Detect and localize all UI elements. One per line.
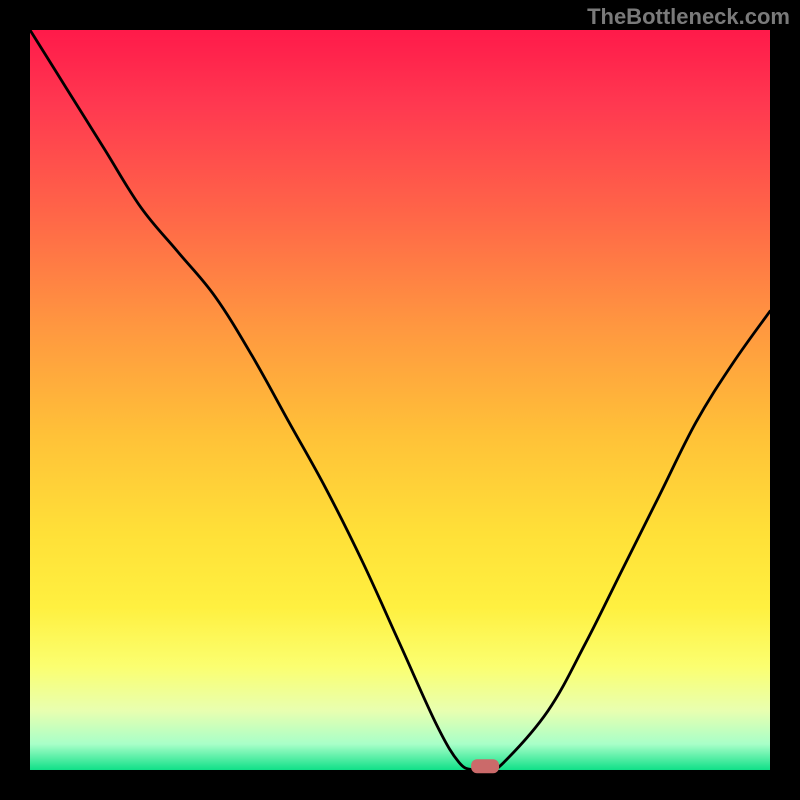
plot-area <box>30 30 770 770</box>
watermark-text: TheBottleneck.com <box>587 4 790 30</box>
bottleneck-chart <box>0 0 800 800</box>
optimal-marker <box>471 759 499 773</box>
chart-container: TheBottleneck.com <box>0 0 800 800</box>
